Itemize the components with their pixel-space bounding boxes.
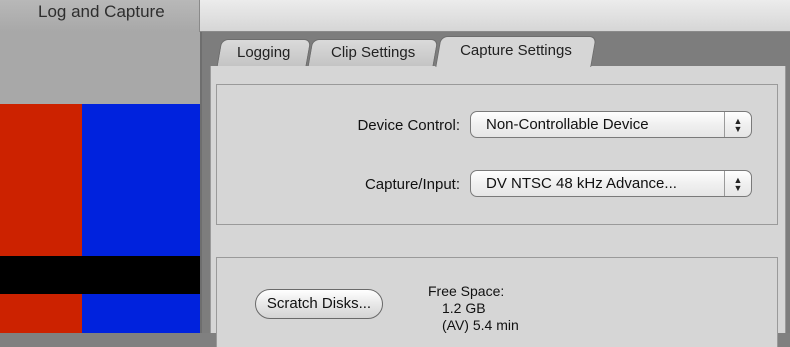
tab-clip-settings-label: Clip Settings (330, 44, 416, 61)
window-title: Log and Capture (38, 2, 165, 21)
blue-bar (82, 104, 200, 333)
video-preview (0, 32, 202, 333)
tab-capture-settings[interactable]: Capture Settings (435, 36, 597, 67)
device-control-value: Non-Controllable Device (486, 116, 649, 133)
window-title-bar: Log and Capture (0, 0, 790, 32)
tab-logging[interactable]: Logging (216, 39, 312, 66)
red-bar (0, 104, 82, 333)
settings-area: Logging Clip Settings Capture Settings D… (202, 32, 790, 347)
free-space-value: 1.2 GB (442, 300, 486, 316)
popup-arrows-icon: ▲ ▼ (724, 112, 751, 137)
popup-arrows-icon: ▲ ▼ (724, 171, 751, 196)
scratch-disk-group: Scratch Disks... Free Space: 1.2 GB (AV)… (216, 257, 778, 347)
tab-clip-settings[interactable]: Clip Settings (307, 39, 439, 66)
capture-input-popup[interactable]: DV NTSC 48 kHz Advance... ▲ ▼ (470, 170, 752, 197)
device-control-label: Device Control: (357, 117, 460, 134)
capture-input-value: DV NTSC 48 kHz Advance... (486, 175, 677, 192)
device-control-popup[interactable]: Non-Controllable Device ▲ ▼ (470, 111, 752, 138)
tab-logging-label: Logging (237, 44, 291, 61)
free-space-av: (AV) 5.4 min (442, 317, 519, 333)
window-title-tab: Log and Capture (0, 0, 200, 32)
free-space-label: Free Space: (428, 283, 505, 299)
capture-settings-panel: Device Control: Non-Controllable Device … (210, 66, 786, 347)
device-settings-group: Device Control: Non-Controllable Device … (216, 84, 778, 225)
capture-input-label: Capture/Input: (364, 176, 460, 193)
tab-strip: Logging Clip Settings Capture Settings (202, 32, 790, 67)
scratch-disks-button[interactable]: Scratch Disks... (255, 289, 383, 319)
tab-capture-settings-label: Capture Settings (460, 42, 572, 59)
scratch-disks-button-label: Scratch Disks... (266, 295, 372, 312)
black-band (0, 256, 200, 294)
free-space-info: Free Space: 1.2 GB (AV) 5.4 min (428, 283, 519, 334)
